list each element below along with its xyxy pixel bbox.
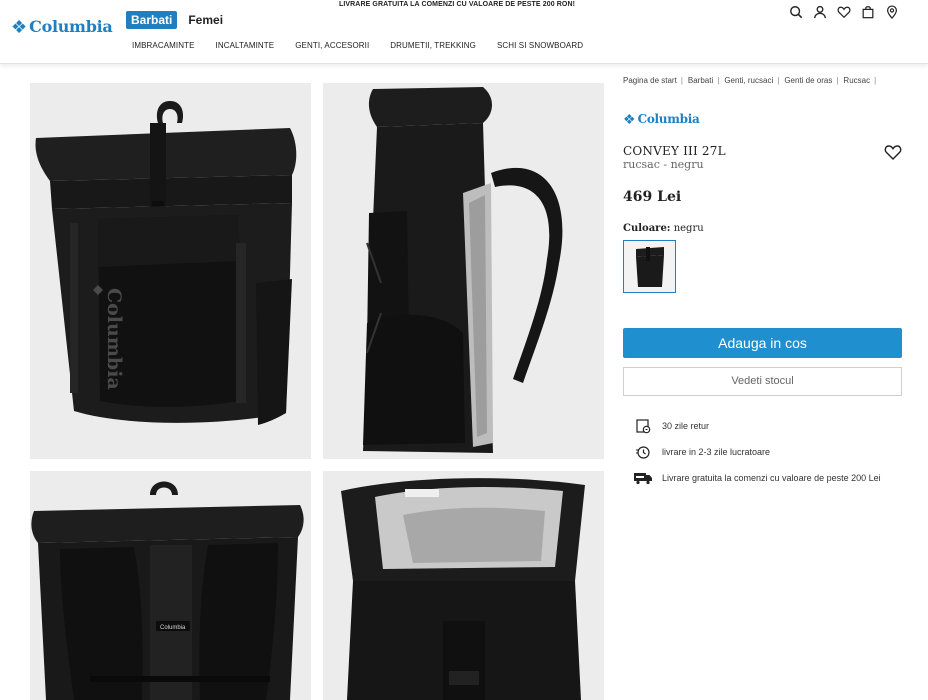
- feature-return: 30 zile retur: [633, 418, 709, 434]
- header-icons: [780, 4, 900, 20]
- heart-icon[interactable]: [835, 4, 852, 20]
- site-header: LIVRARE GRATUITA LA COMENZI CU VALOARE D…: [0, 0, 928, 64]
- location-icon[interactable]: [883, 4, 900, 20]
- back-tag-text: Columbia: [160, 625, 186, 631]
- backpack-open-illustration: [341, 478, 585, 700]
- breadcrumb-home[interactable]: Pagina de start: [623, 76, 677, 85]
- feature-free-shipping-text: Livrare gratuita la comenzi cu valoare d…: [662, 473, 881, 483]
- nav-drumetii-trekking[interactable]: DRUMETII, TREKKING: [390, 41, 476, 50]
- delivery-time-icon: [633, 444, 653, 460]
- tab-barbati[interactable]: Barbati: [126, 11, 178, 29]
- account-icon[interactable]: [811, 4, 828, 20]
- product-price: 469 Lei: [623, 189, 682, 205]
- feature-delivery: livrare in 2-3 zile lucratoare: [633, 444, 770, 460]
- product-title: CONVEY III 27L: [623, 144, 726, 158]
- nav-genti-accesorii[interactable]: GENTI, ACCESORII: [295, 41, 369, 50]
- breadcrumb: Pagina de start | Barbati | Genti, rucsaci…: [623, 76, 877, 85]
- return-icon: [633, 418, 653, 434]
- product-image-front[interactable]: Columbia: [30, 83, 311, 459]
- front-logo-text: Columbia: [103, 288, 125, 390]
- promo-banner: LIVRARE GRATUITA LA COMENZI CU VALOARE D…: [338, 1, 576, 8]
- backpack-back-illustration: Columbia: [31, 481, 304, 700]
- product-image-side[interactable]: [323, 83, 604, 459]
- check-stock-button[interactable]: Vedeti stocul: [623, 367, 902, 396]
- brand-logo[interactable]: ❖ Columbia: [623, 110, 700, 128]
- brand-logo-text: Columbia: [637, 112, 700, 126]
- bag-icon[interactable]: [859, 4, 876, 20]
- columbia-diamond-icon: ❖: [623, 111, 636, 127]
- backpack-side-illustration: [363, 87, 563, 453]
- tab-femei[interactable]: Femei: [183, 11, 228, 29]
- logo-text: Columbia: [29, 17, 113, 36]
- swatch-backpack-thumbnail: [636, 247, 664, 287]
- nav-incaltaminte[interactable]: INCALTAMINTE: [216, 41, 275, 50]
- product-image-open[interactable]: [323, 471, 604, 700]
- breadcrumb-genti-rucsaci[interactable]: Genti, rucsaci: [724, 76, 773, 85]
- main-nav: IMBRACAMINTE INCALTAMINTE GENTI, ACCESOR…: [132, 41, 604, 50]
- add-to-cart-button[interactable]: Adauga in cos: [623, 328, 902, 358]
- feature-delivery-text: livrare in 2-3 zile lucratoare: [662, 447, 771, 457]
- search-icon[interactable]: [787, 4, 804, 20]
- breadcrumb-genti-oras[interactable]: Genti de oras: [784, 76, 832, 85]
- wishlist-heart-icon[interactable]: [884, 143, 902, 161]
- product-image-back[interactable]: Columbia: [30, 471, 311, 700]
- backpack-front-illustration: Columbia: [35, 101, 297, 425]
- free-shipping-icon: [633, 470, 653, 486]
- color-label: Culoare: negru: [623, 223, 704, 234]
- color-swatch-negru[interactable]: [623, 240, 676, 293]
- columbia-diamond-icon: ❖: [11, 16, 28, 37]
- nav-schi-snowboard[interactable]: SCHI SI SNOWBOARD: [497, 41, 583, 50]
- gender-tabs: Barbati Femei: [126, 11, 234, 29]
- feature-free-shipping: Livrare gratuita la comenzi cu valoare d…: [633, 470, 881, 486]
- nav-imbracaminte[interactable]: IMBRACAMINTE: [132, 41, 195, 50]
- breadcrumb-rucsac[interactable]: Rucsac: [843, 76, 870, 85]
- product-subtitle: rucsac - negru: [623, 158, 704, 171]
- columbia-logo[interactable]: ❖ Columbia: [11, 16, 113, 37]
- breadcrumb-barbati[interactable]: Barbati: [688, 76, 713, 85]
- color-label-title: Culoare:: [623, 223, 671, 234]
- color-label-value: negru: [673, 223, 704, 234]
- feature-return-text: 30 zile retur: [662, 421, 710, 431]
